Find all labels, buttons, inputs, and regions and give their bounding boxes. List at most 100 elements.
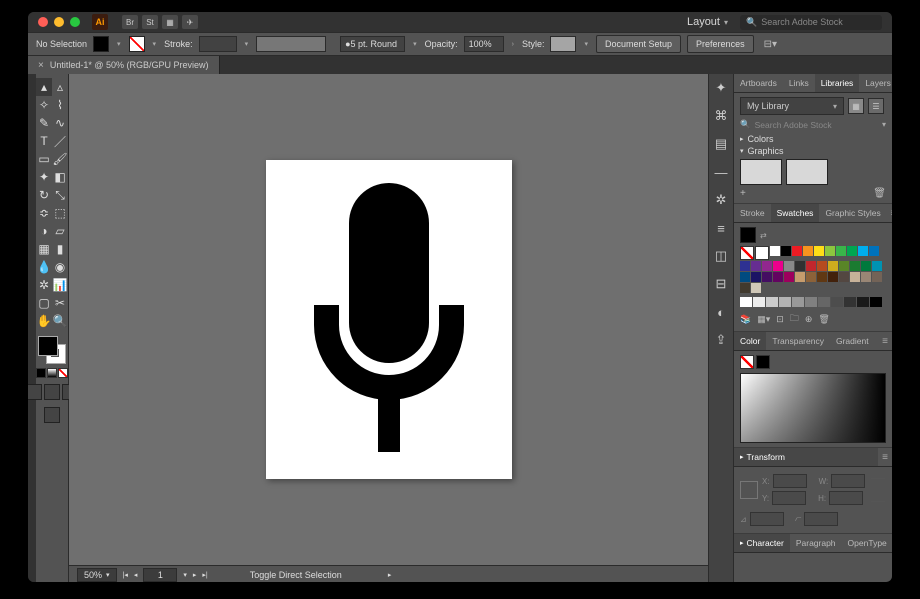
appearance-panel-icon[interactable]: ◐ — [713, 304, 729, 320]
reference-point-grid[interactable] — [740, 481, 758, 499]
first-artboard-button[interactable]: |◂ — [123, 571, 128, 579]
new-swatch-icon[interactable]: ⊕ — [805, 314, 813, 325]
swatch[interactable] — [751, 283, 761, 293]
tab-character[interactable]: ▸Character — [734, 534, 790, 552]
swatch[interactable] — [740, 261, 750, 271]
library-category-graphics[interactable]: ▾Graphics — [740, 146, 886, 156]
panel-menu-icon[interactable]: ≡ — [878, 332, 892, 350]
gray-swatch[interactable] — [857, 297, 869, 307]
swatch[interactable] — [795, 272, 805, 282]
swatch[interactable] — [869, 246, 879, 256]
swatch[interactable] — [792, 246, 802, 256]
align-panel-icon[interactable]: ⊟ — [713, 276, 729, 292]
swatch[interactable] — [861, 261, 871, 271]
shear-input[interactable] — [804, 512, 838, 526]
color-none-icon[interactable] — [740, 355, 754, 369]
swatch[interactable] — [836, 246, 846, 256]
swatch-none[interactable] — [740, 246, 754, 260]
css-panel-icon[interactable]: ⌘ — [713, 108, 729, 124]
swatch[interactable] — [828, 261, 838, 271]
tab-transparency[interactable]: Transparency — [766, 332, 830, 350]
swatch[interactable] — [850, 261, 860, 271]
swatch[interactable] — [762, 272, 772, 282]
brushes-panel-icon[interactable]: — — [713, 164, 729, 180]
stroke-weight-input[interactable] — [199, 36, 237, 52]
opacity-input[interactable]: 100% — [464, 36, 504, 52]
tab-links[interactable]: Links — [783, 74, 815, 92]
gray-swatch[interactable] — [831, 297, 843, 307]
none-mode-icon[interactable] — [58, 368, 68, 378]
gray-swatch[interactable] — [818, 297, 830, 307]
close-tab-icon[interactable]: × — [38, 60, 44, 71]
zoom-tool[interactable]: 🔍 — [52, 312, 68, 330]
rotate-tool[interactable]: ↻ — [36, 186, 52, 204]
tab-paragraph[interactable]: Paragraph — [790, 534, 842, 552]
tab-opentype[interactable]: OpenType — [842, 534, 892, 552]
transform-w-input[interactable] — [831, 474, 865, 488]
tab-graphic-styles[interactable]: Graphic Styles — [819, 204, 886, 222]
fill-stroke-control[interactable] — [38, 336, 66, 364]
gray-swatch[interactable] — [740, 297, 752, 307]
panel-menu-icon[interactable]: ≡ — [878, 448, 892, 466]
width-tool[interactable]: ≎ — [36, 204, 52, 222]
artboard[interactable] — [266, 160, 512, 479]
swatch[interactable] — [839, 261, 849, 271]
gray-swatch[interactable] — [766, 297, 778, 307]
status-flyout-icon[interactable]: ▸ — [388, 571, 392, 579]
swatch[interactable] — [839, 272, 849, 282]
eyedropper-tool[interactable]: 💧 — [36, 258, 52, 276]
swatch[interactable] — [872, 272, 882, 282]
slice-tool[interactable]: ✂ — [52, 294, 68, 312]
swatch[interactable] — [803, 246, 813, 256]
eraser-tool[interactable]: ◧ — [52, 168, 68, 186]
bridge-icon[interactable]: Br — [122, 15, 138, 29]
properties-panel-icon[interactable]: ✦ — [713, 80, 729, 96]
library-selector[interactable]: My Library▾ — [740, 97, 844, 115]
gray-swatch[interactable] — [792, 297, 804, 307]
actions-panel-icon[interactable]: ▤ — [713, 136, 729, 152]
library-graphic-thumb[interactable] — [740, 159, 782, 185]
hand-tool[interactable]: ✋ — [36, 312, 52, 330]
stroke-panel-icon[interactable]: ≡ — [713, 220, 729, 236]
blend-tool[interactable]: ◉ — [52, 258, 68, 276]
color-black-icon[interactable] — [756, 355, 770, 369]
canvas-area[interactable]: 50%▾ |◂ ◂ 1 ▾ ▸ ▸| Toggle Direct Selecti… — [69, 74, 708, 582]
close-window-button[interactable] — [38, 17, 48, 27]
paintbrush-tool[interactable]: 🖌 — [52, 150, 68, 168]
swatch[interactable] — [814, 246, 824, 256]
swatch-registration[interactable] — [755, 246, 769, 260]
draw-behind-icon[interactable] — [44, 384, 60, 400]
artboard-dropdown-icon[interactable]: ▾ — [183, 571, 187, 579]
mesh-tool[interactable]: ▦ — [36, 240, 52, 258]
tab-gradient[interactable]: Gradient — [830, 332, 875, 350]
brush-preview[interactable] — [256, 36, 326, 52]
pathfinder-panel-icon[interactable]: ◫ — [713, 248, 729, 264]
swatch-options-icon[interactable]: ⊡ — [776, 314, 784, 325]
gray-swatch[interactable] — [870, 297, 882, 307]
swatch[interactable] — [751, 272, 761, 282]
selection-tool[interactable]: ▴ — [36, 78, 52, 96]
next-artboard-button[interactable]: ▸ — [193, 571, 197, 579]
asset-export-panel-icon[interactable]: ⇪ — [713, 332, 729, 348]
swatch[interactable] — [762, 261, 772, 271]
swatch[interactable] — [773, 272, 783, 282]
stock-search-input[interactable]: 🔍 Search Adobe Stock — [740, 15, 882, 30]
swatch[interactable] — [770, 246, 780, 256]
workspace-switcher[interactable]: Layout ▾ — [687, 16, 728, 28]
tab-color[interactable]: Color — [734, 332, 766, 350]
swatch[interactable] — [781, 246, 791, 256]
pen-tool[interactable]: ✎ — [36, 114, 52, 132]
symbol-sprayer-tool[interactable]: ✲ — [36, 276, 52, 294]
transform-y-input[interactable] — [772, 491, 806, 505]
gray-swatch[interactable] — [844, 297, 856, 307]
tab-transform[interactable]: ▸Transform — [734, 448, 878, 466]
type-tool[interactable]: T — [36, 132, 52, 150]
swatch[interactable] — [817, 272, 827, 282]
shape-builder-tool[interactable]: ◑ — [36, 222, 52, 240]
curvature-tool[interactable]: ∿ — [52, 114, 68, 132]
free-transform-tool[interactable]: ⬚ — [52, 204, 68, 222]
swatch[interactable] — [806, 272, 816, 282]
swatch-fill-proxy[interactable] — [740, 227, 756, 243]
document-setup-button[interactable]: Document Setup — [596, 35, 681, 53]
add-content-button[interactable]: + — [740, 188, 746, 199]
